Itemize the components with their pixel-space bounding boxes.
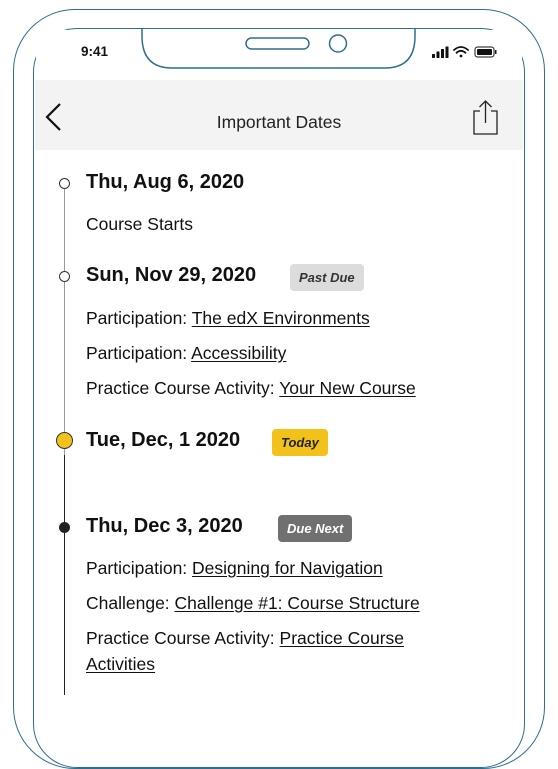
phone-notch (36, 29, 522, 78)
wifi-icon (453, 46, 469, 58)
page-title: Important Dates (216, 112, 342, 132)
date-item: Participation: Accessibility (86, 343, 286, 364)
assignment-link[interactable]: The edX Environments (192, 308, 370, 328)
due-next-badge: Due Next (278, 515, 353, 542)
share-icon (473, 100, 498, 135)
status-icons (432, 45, 502, 64)
date-item: Practice Course Activity: Your New Cours… (86, 378, 416, 399)
item-type: Practice Course Activity: (86, 628, 280, 648)
header-bar: Important Dates (35, 80, 523, 150)
timeline-dot-past (59, 178, 70, 189)
share-button[interactable] (470, 98, 500, 138)
item-type: Practice Course Activity: (86, 378, 280, 398)
date-heading: Thu, Aug 6, 2020 (86, 171, 245, 193)
date-item: Participation: Designing for Navigation (86, 558, 383, 579)
item-type: Participation: (86, 308, 192, 328)
timeline-dot-today (56, 432, 73, 449)
date-item: Practice Course Activity: Practice Cours… (86, 628, 404, 649)
assignment-link[interactable]: Activities (86, 654, 155, 674)
date-item: Challenge: Challenge #1: Course Structur… (86, 593, 420, 614)
date-heading: Thu, Dec 3, 2020 (86, 515, 243, 537)
past-due-badge: Past Due (290, 264, 364, 291)
assignment-link[interactable]: Designing for Navigation (192, 558, 383, 578)
date-item: Course Starts (86, 214, 193, 234)
timeline-dot-upcoming (59, 522, 70, 533)
date-item: Activities (86, 654, 155, 675)
today-badge: Today (272, 429, 328, 456)
item-type: Challenge: (86, 593, 175, 613)
signal-icon (432, 46, 449, 58)
date-heading: Tue, Dec, 1 2020 (86, 429, 241, 451)
assignment-link[interactable]: Your New Course (279, 378, 416, 398)
status-time: 9:41 (81, 44, 109, 59)
item-type: Participation: (86, 558, 193, 578)
assignment-link[interactable]: Practice Course (280, 628, 405, 648)
assignment-link[interactable]: Accessibility (191, 343, 286, 363)
battery-icon (474, 46, 497, 58)
date-item: Participation: The edX Environments (86, 308, 370, 329)
item-type: Participation: (86, 343, 192, 363)
assignment-link[interactable]: Challenge #1: Course Structure (175, 593, 420, 613)
timeline-line-upcoming (64, 455, 66, 695)
timeline-dot-past (59, 271, 70, 282)
date-heading: Sun, Nov 29, 2020 (86, 264, 257, 286)
